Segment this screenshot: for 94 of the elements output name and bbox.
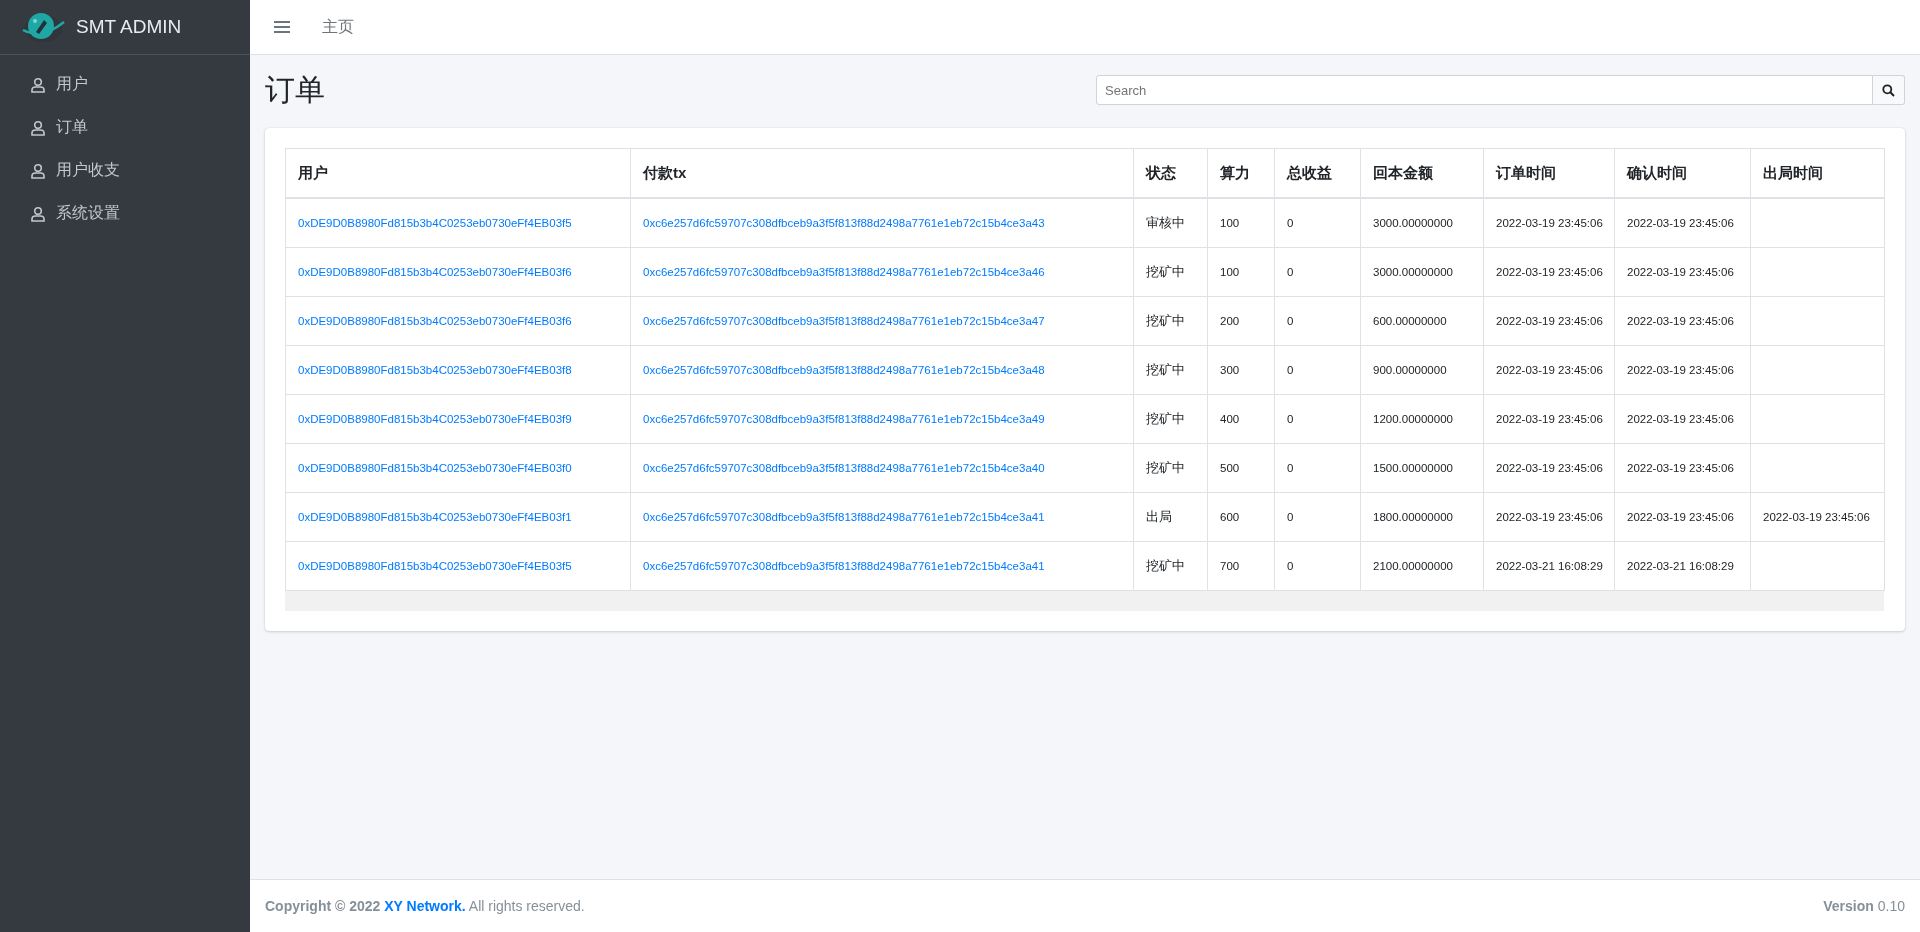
column-header: 确认时间 <box>1614 148 1751 198</box>
table-cell: 2022-03-21 16:08:29 <box>1627 560 1734 572</box>
horizontal-scrollbar[interactable] <box>285 591 1884 611</box>
address-link[interactable]: 0xc6e257d6fc59707c308dfbceb9a3f5f813f88d2498a7761e1eb72c15b4ce3a40 <box>643 462 1045 474</box>
address-link[interactable]: 0xDE9D0B8980Fd815b3b4C0253eb0730eFf4EB03f5 <box>298 217 572 229</box>
search-icon <box>1882 83 1895 97</box>
address-link[interactable]: 0xc6e257d6fc59707c308dfbceb9a3f5f813f88d2498a7761e1eb72c15b4ce3a46 <box>643 266 1045 278</box>
sidebar-item[interactable]: 订单 <box>0 106 250 149</box>
user-icon <box>30 205 46 222</box>
column-header: 总收益 <box>1274 148 1361 198</box>
table-cell: 2022-03-19 23:45:06 <box>1496 511 1603 523</box>
search-field[interactable]: Search <box>1096 75 1873 105</box>
column-header: 用户 <box>285 148 631 198</box>
column-header: 状态 <box>1133 148 1208 198</box>
address-link[interactable]: 0xc6e257d6fc59707c308dfbceb9a3f5f813f88d2498a7761e1eb72c15b4ce3a49 <box>643 413 1045 425</box>
table-cell: 0 <box>1287 462 1294 474</box>
table-cell: 300 <box>1220 364 1240 376</box>
menu-icon[interactable] <box>274 20 290 34</box>
table-cell: 500 <box>1220 462 1240 474</box>
table-cell: 2022-03-19 23:45:06 <box>1627 364 1734 376</box>
user-icon <box>30 119 46 136</box>
address-link[interactable]: 0xDE9D0B8980Fd815b3b4C0253eb0730eFf4EB03f6 <box>298 315 572 327</box>
table-cell: 审核中 <box>1146 215 1185 230</box>
table-cell: 挖矿中 <box>1146 362 1185 377</box>
table-cell: 2022-03-19 23:45:06 <box>1496 364 1603 376</box>
table-cell: 挖矿中 <box>1146 558 1185 573</box>
table-cell: 1200.00000000 <box>1373 413 1453 425</box>
table-cell: 0 <box>1287 413 1294 425</box>
user-icon <box>30 162 46 179</box>
table-cell: 1500.00000000 <box>1373 462 1453 474</box>
table-cell: 挖矿中 <box>1146 313 1185 328</box>
table-cell: 900.00000000 <box>1373 364 1447 376</box>
table-cell: 2022-03-19 23:45:06 <box>1627 266 1734 278</box>
address-link[interactable]: 0xc6e257d6fc59707c308dfbceb9a3f5f813f88d2498a7761e1eb72c15b4ce3a41 <box>643 560 1045 572</box>
planet-logo-icon <box>20 10 66 44</box>
address-link[interactable]: 0xDE9D0B8980Fd815b3b4C0253eb0730eFf4EB03f5 <box>298 560 572 572</box>
column-header: 出局时间 <box>1750 148 1885 198</box>
table-cell: 3000.00000000 <box>1373 266 1453 278</box>
table-cell: 0 <box>1287 511 1294 523</box>
column-header: 付款tx <box>630 148 1134 198</box>
table-cell: 400 <box>1220 413 1240 425</box>
table-cell: 1800.00000000 <box>1373 511 1453 523</box>
table-cell: 600.00000000 <box>1373 315 1447 327</box>
column-header: 回本金额 <box>1360 148 1484 198</box>
table-cell: 2022-03-19 23:45:06 <box>1627 217 1734 229</box>
brand-name: SMT ADMIN <box>76 16 182 38</box>
sidebar-item[interactable]: 系统设置 <box>0 192 250 235</box>
address-link[interactable]: 0xDE9D0B8980Fd815b3b4C0253eb0730eFf4EB03f6 <box>298 266 572 278</box>
table-cell: 0 <box>1287 315 1294 327</box>
table-cell: 700 <box>1220 560 1240 572</box>
address-link[interactable]: 0xc6e257d6fc59707c308dfbceb9a3f5f813f88d2498a7761e1eb72c15b4ce3a41 <box>643 511 1045 523</box>
home-link[interactable]: 主页 <box>322 16 354 38</box>
sidebar-item[interactable]: 用户 <box>0 63 250 106</box>
table-cell: 0 <box>1287 217 1294 229</box>
address-link[interactable]: 0xDE9D0B8980Fd815b3b4C0253eb0730eFf4EB03f1 <box>298 511 572 523</box>
user-icon <box>30 76 46 93</box>
table-cell: 0 <box>1287 364 1294 376</box>
table-cell: 3000.00000000 <box>1373 217 1453 229</box>
table-cell: 200 <box>1220 315 1240 327</box>
copyright-text: Copyright © 2022 XY Network. All rights reserved. <box>265 898 585 914</box>
address-link[interactable]: 0xDE9D0B8980Fd815b3b4C0253eb0730eFf4EB03f9 <box>298 413 572 425</box>
table-cell: 2022-03-19 23:45:06 <box>1627 511 1734 523</box>
address-link[interactable]: 0xc6e257d6fc59707c308dfbceb9a3f5f813f88d2498a7761e1eb72c15b4ce3a43 <box>643 217 1045 229</box>
sidebar-item[interactable]: 用户收支 <box>0 149 250 192</box>
table-cell: 0 <box>1287 560 1294 572</box>
address-link[interactable]: 0xDE9D0B8980Fd815b3b4C0253eb0730eFf4EB03f0 <box>298 462 572 474</box>
table-cell: 出局 <box>1146 509 1172 524</box>
table-cell: 2022-03-19 23:45:06 <box>1763 511 1870 523</box>
version-text: Version 0.10 <box>1823 898 1905 914</box>
table-cell: 2022-03-19 23:45:06 <box>1627 413 1734 425</box>
table-cell: 2022-03-19 23:45:06 <box>1496 413 1603 425</box>
table-cell: 100 <box>1220 266 1240 278</box>
company-link[interactable]: XY Network. <box>384 898 466 914</box>
table-cell: 挖矿中 <box>1146 264 1185 279</box>
table-cell: 2100.00000000 <box>1373 560 1453 572</box>
address-link[interactable]: 0xc6e257d6fc59707c308dfbceb9a3f5f813f88d2498a7761e1eb72c15b4ce3a47 <box>643 315 1045 327</box>
table-cell: 100 <box>1220 217 1240 229</box>
table-cell: 挖矿中 <box>1146 411 1185 426</box>
table-cell: 2022-03-19 23:45:06 <box>1496 217 1603 229</box>
address-link[interactable]: 0xDE9D0B8980Fd815b3b4C0253eb0730eFf4EB03f8 <box>298 364 572 376</box>
search-button[interactable] <box>1873 75 1905 105</box>
column-header: 订单时间 <box>1483 148 1615 198</box>
table-cell: 2022-03-19 23:45:06 <box>1496 462 1603 474</box>
table-cell: 0 <box>1287 266 1294 278</box>
table-cell: 2022-03-19 23:45:06 <box>1496 266 1603 278</box>
table-cell: 2022-03-19 23:45:06 <box>1496 315 1603 327</box>
table-cell: 挖矿中 <box>1146 460 1185 475</box>
table-cell: 2022-03-19 23:45:06 <box>1627 315 1734 327</box>
column-header: 算力 <box>1207 148 1275 198</box>
table-cell: 600 <box>1220 511 1240 523</box>
table-cell: 2022-03-19 23:45:06 <box>1627 462 1734 474</box>
table-cell: 2022-03-21 16:08:29 <box>1496 560 1603 572</box>
page-title: 订单 <box>265 71 325 108</box>
address-link[interactable]: 0xc6e257d6fc59707c308dfbceb9a3f5f813f88d2498a7761e1eb72c15b4ce3a48 <box>643 364 1045 376</box>
